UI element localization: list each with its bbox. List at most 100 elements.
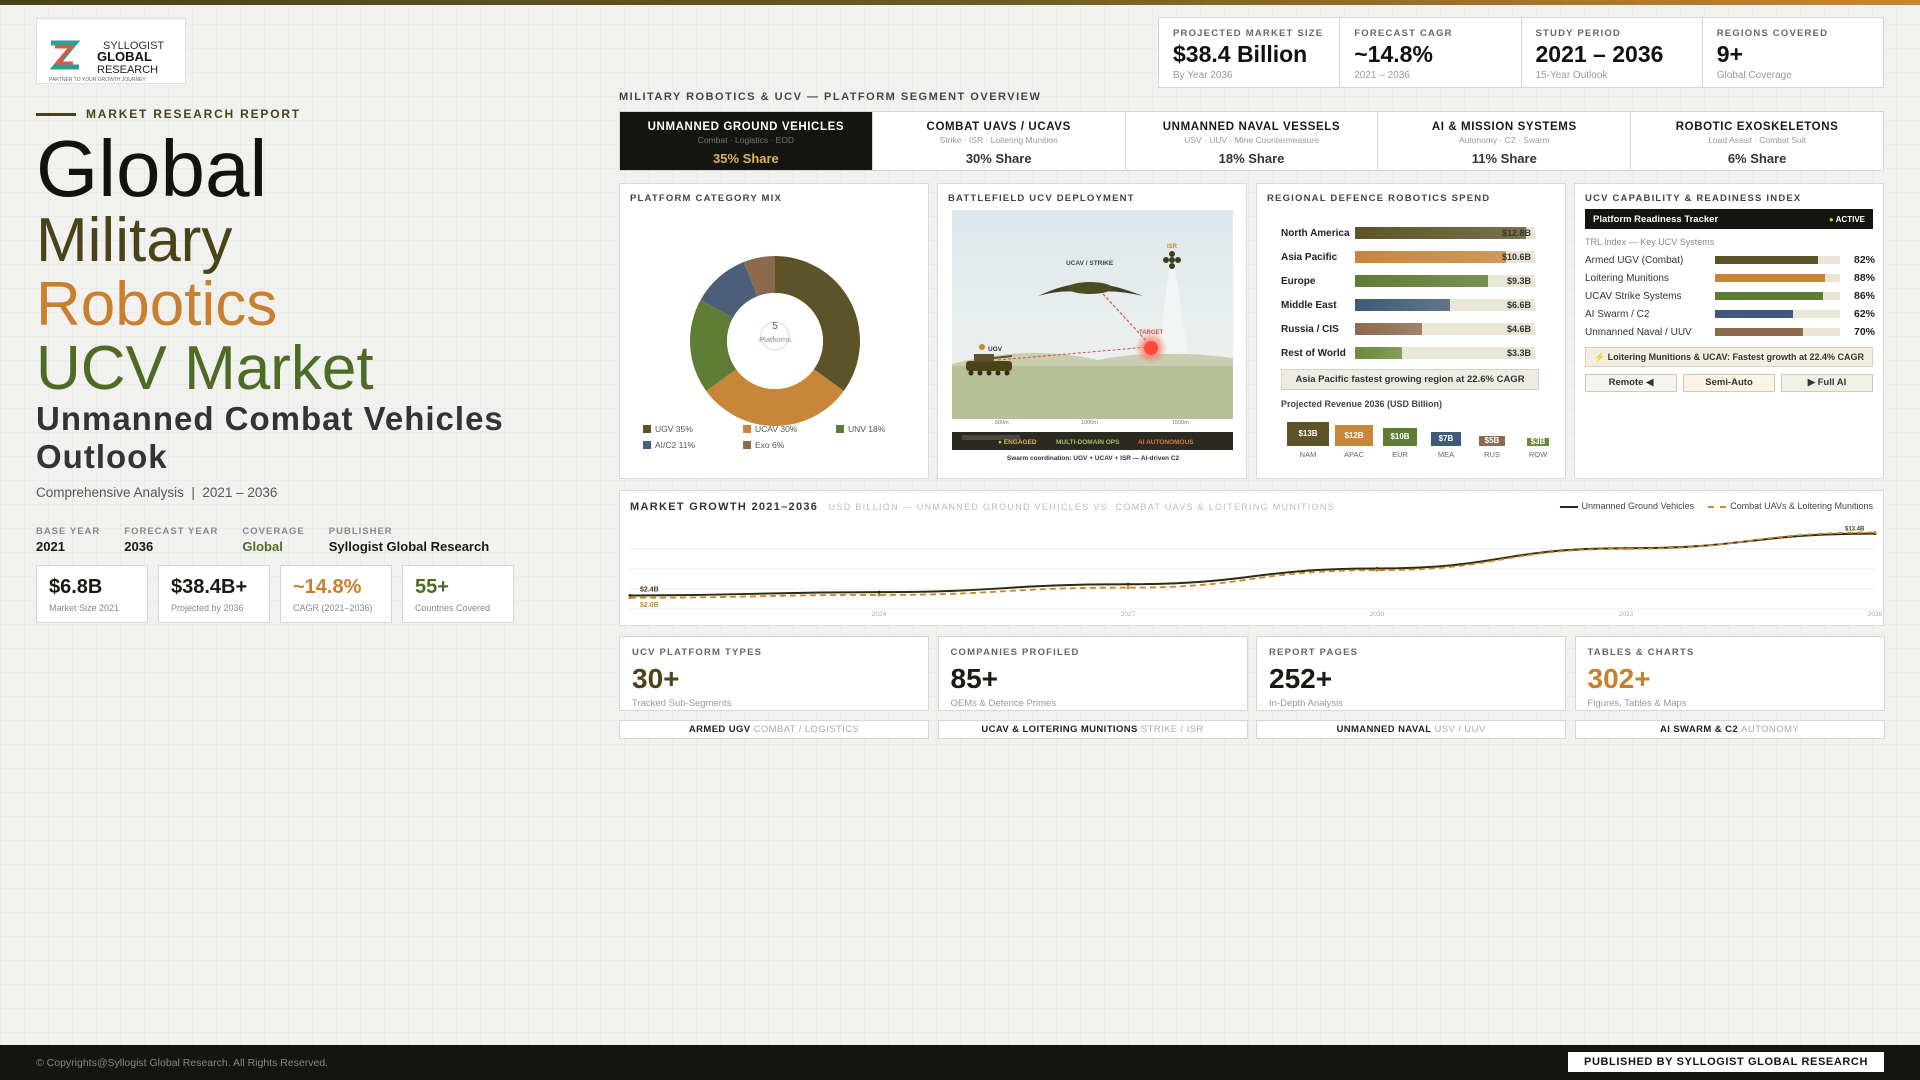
readiness-name: Armed UGV (Combat) [1585,254,1684,266]
segment-chip: ARMED UGV COMBAT / LOGISTICS [619,720,929,739]
x-tick-label: 2033 [1619,611,1634,618]
projected-label: APAC [1344,450,1364,459]
bottom-stat-value: 302+ [1587,663,1651,694]
region-name: Rest of World [1281,347,1346,359]
series-line [629,531,1876,599]
tab-ugv[interactable]: UNMANNED GROUND VEHICLES Combat · Logisti… [620,112,873,170]
meta-coverage: COVERAGE Global [242,526,304,554]
mode-full-ai-button[interactable]: ▶ Full AI [1781,374,1873,392]
left-stat-value: ~14.8% [293,576,362,598]
region-bar-track: $12.8B [1355,227,1535,239]
bottom-stat-caption: OEMs & Defence Primes [950,698,1057,709]
ucav-label: UCAV / STRIKE [1066,260,1114,267]
target-label: TARGET [1139,330,1164,336]
region-row: North America $12.8B [1281,226,1535,240]
data-point [1126,582,1130,586]
readiness-track [1715,292,1840,300]
stat-caption: Global Coverage [1716,70,1792,81]
mode-remote-button[interactable]: Remote ◀ [1585,374,1677,392]
stat-key: PROJECTED MARKET SIZE [1173,28,1324,39]
region-bar-track: $4.6B [1355,323,1535,335]
tab-subtitle: USV · UUV · Mine Countermeasure [1184,135,1319,145]
tab-ai-mission[interactable]: AI & MISSION SYSTEMS Autonomy · C2 · Swar… [1378,112,1632,170]
bottom-stat-caption: In-Depth Analysis [1269,698,1343,709]
series-line [629,532,1876,597]
readiness-name: UCAV Strike Systems [1585,290,1682,302]
legend-swatch [643,441,651,449]
panel-title: UCV CAPABILITY & READINESS INDEX [1585,193,1802,204]
tab-name: UNMANNED NAVAL VESSELS [1162,121,1341,133]
top-stats-bar: PROJECTED MARKET SIZE $38.4 Billion By Yea… [1158,17,1884,88]
bottom-stat-caption: Tracked Sub-Segments [632,698,732,709]
bottom-stat-value: 85+ [950,663,999,694]
bottom-stat-value: 252+ [1269,663,1333,694]
legend-item: UNV 18% [836,424,885,434]
readiness-row: Armed UGV (Combat) 82% [1585,253,1875,267]
start-label: $2.0B [640,602,659,609]
bottom-stat-key: REPORT PAGES [1269,647,1359,658]
tab-exoskeletons[interactable]: ROBOTIC EXOSKELETONS Load Assist · Combat… [1631,112,1883,170]
left-stat-value: $38.4B+ [171,576,248,598]
legend-swatch [743,441,751,449]
x-tick-label: 2027 [1121,611,1136,618]
report-tag-text: MARKET RESEARCH REPORT [86,107,301,121]
logo-mark-icon: SYLLOGIST GLOBAL RESEARCH PARTNER TO YOU… [49,40,164,83]
segment-chip: UNMANNED NAVAL USV / UUV [1256,720,1566,739]
bottom-stat-key: COMPANIES PROFILED [950,647,1080,658]
x-tick-label: 2030 [1370,611,1385,618]
projected-label: RUS [1484,450,1500,459]
region-bar-fill [1355,323,1422,335]
region-row: Rest of World $3.3B [1281,346,1535,360]
data-point [1873,531,1877,534]
bottom-stat-caption: Figures, Tables & Maps [1587,698,1687,709]
stat-caption: By Year 2036 [1173,70,1233,81]
stat-caption: 15-Year Outlook [1535,70,1608,81]
battlefield-scene: ISR UCAV / STRIKE TARGET UGV 500m 1000m … [952,210,1233,462]
legend-label: Exo 6% [755,440,785,450]
tab-subtitle: Load Assist · Combat Suit [1708,135,1806,145]
readiness-percent: 88% [1854,272,1876,284]
segment-chip: UCAV & LOITERING MUNITIONS STRIKE / ISR [937,720,1248,739]
tab-ucav[interactable]: COMBAT UAVS / UCAVS Strike · ISR · Loiter… [873,112,1126,170]
left-stat-caption: CAGR (2021–2036) [293,603,373,613]
tab-share: 18% Share [1218,151,1285,166]
logo-text-line2: GLOBAL [97,49,152,64]
panel-title: REGIONAL DEFENCE ROBOTICS SPEND [1267,193,1491,204]
publisher-badge: PUBLISHED BY SYLLOGIST GLOBAL RESEARCH [1568,1052,1884,1072]
active-status-text: ACTIVE [1835,215,1865,224]
legend-item: UGV 35% [643,424,693,434]
projected-bar: $13B [1287,422,1329,446]
region-bar-fill [1355,275,1489,287]
report-meta: BASE YEAR 2021 FORECAST YEAR 2036 COVERAGE… [36,526,489,554]
readiness-fill [1715,274,1825,282]
tab-share: 6% Share [1727,151,1787,166]
meta-forecast-year: FORECAST YEAR 2036 [124,526,218,554]
region-bar-fill [1355,347,1402,359]
region-value: $12.8B [1501,228,1531,238]
tab-name: COMBAT UAVS / UCAVS [926,121,1071,133]
status-ai: AI AUTONOMOUS [1138,439,1194,446]
tracker-title: Platform Readiness Tracker [1593,214,1719,225]
projected-bar: $12B [1335,425,1373,446]
chip-secondary: AUTONOMY [1741,724,1799,735]
mode-semi-auto-button[interactable]: Semi-Auto [1683,374,1775,392]
tab-naval[interactable]: UNMANNED NAVAL VESSELS USV · UUV · Mine C… [1126,112,1379,170]
readiness-fill [1715,310,1793,318]
stat-caption: 2021 – 2036 [1354,70,1410,81]
meta-value: 2021 [36,539,65,554]
region-value: $3.3B [1506,348,1531,358]
legend-swatch [836,425,844,433]
bottom-stat-card: TABLES & CHARTS 302+ Figures, Tables & Map… [1574,636,1885,711]
tab-name: AI & MISSION SYSTEMS [1431,121,1577,133]
data-point [628,596,632,600]
readiness-percent: 86% [1854,290,1876,302]
tab-share: 11% Share [1471,151,1537,166]
bottom-stat-card: COMPANIES PROFILED 85+ OEMs & Defence Prim… [937,636,1248,711]
target-marker [1144,341,1158,355]
legend-item: AI/C2 11% [643,440,695,450]
meta-key: BASE YEAR [36,526,101,537]
bottom-stat-value: 30+ [632,663,680,694]
stat-value: ~14.8% [1354,41,1433,67]
projected-bar: $10B [1383,428,1417,446]
legend-item: UCAV 30% [743,424,797,434]
